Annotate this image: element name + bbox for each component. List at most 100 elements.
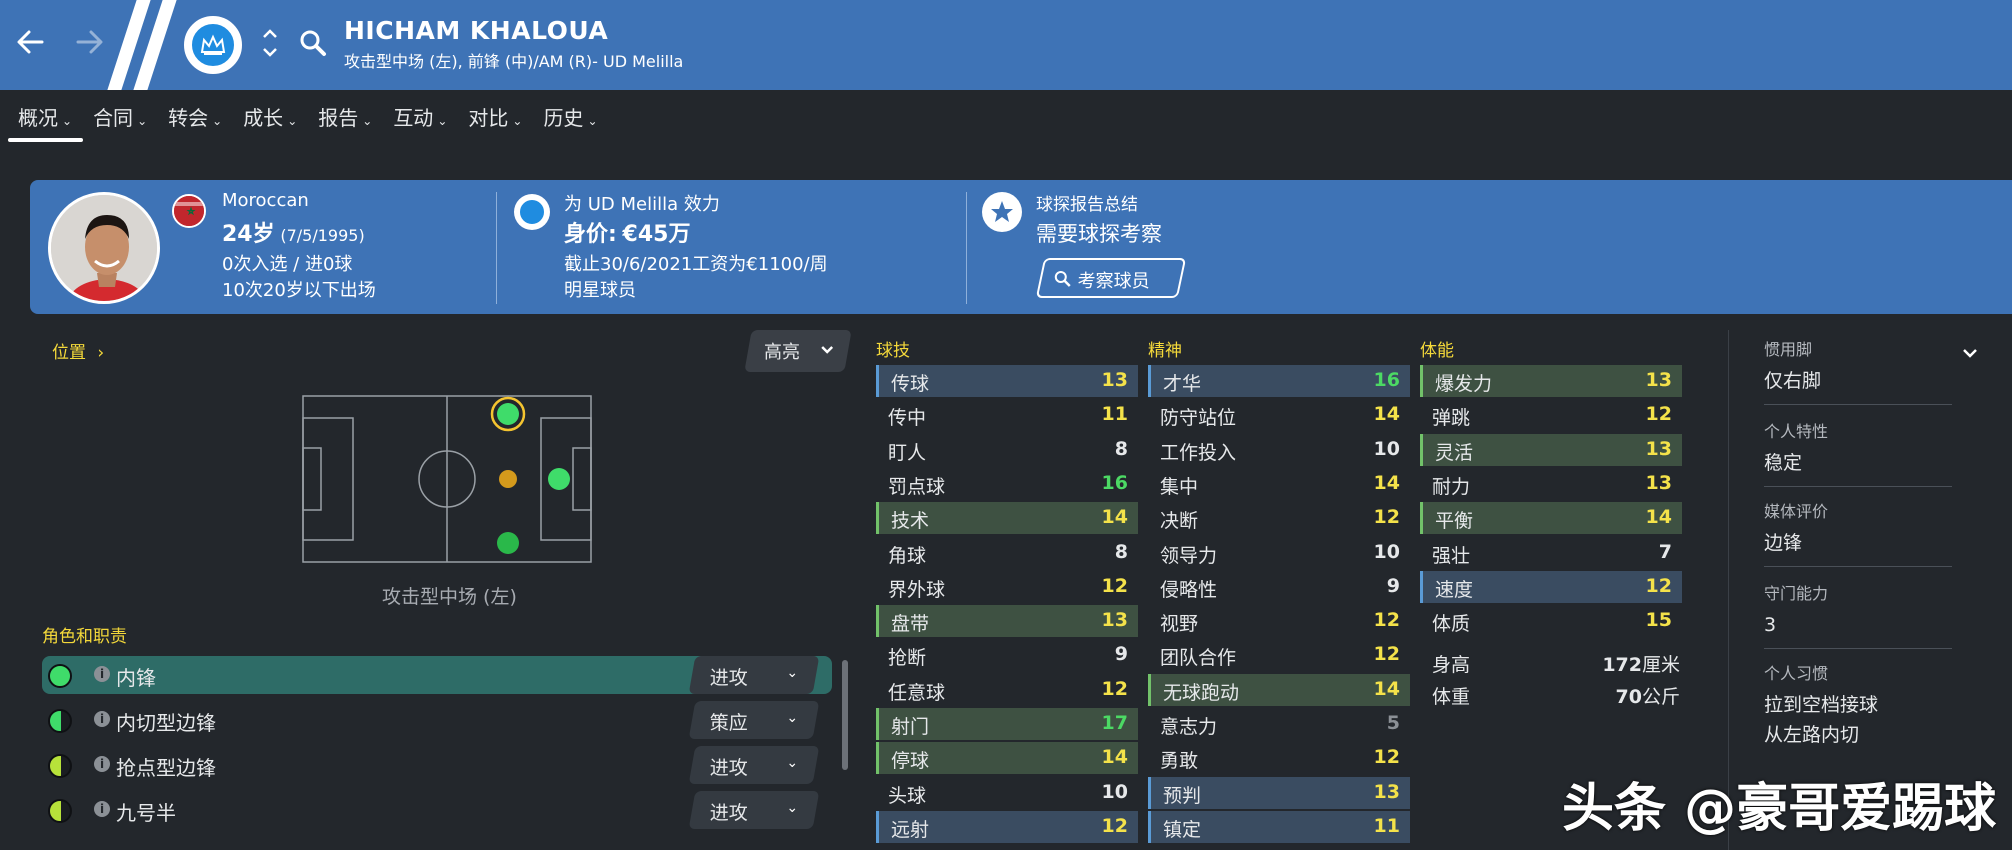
attribute-value: 9 — [1114, 643, 1128, 666]
personality-label: 个人特性 — [1764, 422, 1829, 441]
tab-3[interactable]: 成长 ⌄ — [233, 90, 308, 146]
attribute-name: 远射 — [891, 818, 930, 841]
attribute-row[interactable]: 团队合作 12 — [1148, 639, 1410, 671]
role-row[interactable]: i 内切型边锋 策应 ⌄ — [42, 701, 832, 739]
attribute-row[interactable]: 镇定 11 — [1148, 810, 1410, 843]
attribute-row[interactable]: 视野 12 — [1148, 605, 1410, 637]
tab-4[interactable]: 报告 ⌄ — [308, 90, 383, 146]
attribute-value: 14 — [1101, 506, 1128, 529]
attribute-row[interactable]: 预判 13 — [1148, 776, 1410, 809]
tab-0[interactable]: 概况 ⌄ — [8, 90, 84, 146]
attribute-row[interactable]: 才华 16 — [1148, 365, 1410, 397]
attribute-row[interactable]: 爆发力 13 — [1420, 365, 1682, 397]
attribute-row[interactable]: 决断 12 — [1148, 502, 1410, 534]
attribute-row[interactable]: 远射 12 — [876, 810, 1138, 843]
attribute-row[interactable]: 界外球 12 — [876, 571, 1138, 603]
attribute-row[interactable]: 盘带 13 — [876, 605, 1138, 638]
attribute-row[interactable]: 意志力 5 — [1148, 708, 1410, 740]
attribute-row[interactable]: 速度 12 — [1420, 570, 1682, 603]
role-row[interactable]: i 九号半 进攻 ⌄ — [42, 791, 832, 829]
info-divider — [496, 192, 497, 304]
duty-select[interactable]: 进攻 ⌄ — [688, 656, 820, 694]
scout-player-button[interactable]: 考察球员 — [1035, 258, 1187, 298]
attribute-row[interactable]: 集中 14 — [1148, 468, 1410, 500]
highlight-select[interactable]: 高亮 — [744, 330, 852, 372]
role-row[interactable]: i 内锋 进攻 ⌄ — [42, 656, 832, 694]
habits-label: 个人习惯 — [1764, 664, 1829, 683]
attribute-row[interactable]: 无球跑动 14 — [1148, 673, 1410, 706]
attribute-row[interactable]: 传球 13 — [876, 365, 1138, 397]
attribute-row[interactable]: 技术 14 — [876, 502, 1138, 535]
tab-6[interactable]: 对比 ⌄ — [458, 90, 533, 146]
back-arrow-icon[interactable] — [14, 26, 46, 65]
attribute-value: 13 — [1373, 780, 1400, 803]
attribute-row[interactable]: 耐力 13 — [1420, 468, 1682, 500]
attribute-row[interactable]: 角球 8 — [876, 537, 1138, 569]
duty-value: 进攻 — [709, 667, 748, 689]
duty-select[interactable]: 策应 ⌄ — [688, 701, 820, 739]
attribute-row[interactable]: 抢断 9 — [876, 639, 1138, 671]
date-of-birth: (7/5/1995) — [280, 226, 365, 245]
top-bar: HICHAM KHALOUA 攻击型中场 (左), 前锋 (中)/AM (R)-… — [0, 0, 2012, 100]
attribute-row[interactable]: 停球 14 — [876, 742, 1138, 775]
info-icon[interactable]: i — [94, 801, 110, 817]
attribute-name: 防守站位 — [1160, 407, 1237, 430]
attribute-name: 无球跑动 — [1163, 681, 1240, 704]
attribute-value: 13 — [1645, 471, 1672, 494]
info-icon[interactable]: i — [94, 756, 110, 772]
contract-line: 截止30/6/2021工资为€1100/周 — [564, 254, 828, 275]
attribute-row[interactable]: 任意球 12 — [876, 674, 1138, 706]
duty-select[interactable]: 进攻 ⌄ — [688, 746, 820, 784]
club-badge-icon[interactable] — [184, 16, 242, 74]
position-link[interactable]: 位置 › — [52, 338, 104, 363]
club-line[interactable]: 为 UD Melilla 效力 — [564, 190, 720, 216]
attribute-row[interactable]: 弹跳 12 — [1420, 399, 1682, 431]
tab-7[interactable]: 历史 ⌄ — [533, 90, 608, 146]
attribute-row[interactable]: 侵略性 9 — [1148, 571, 1410, 603]
attribute-row[interactable]: 平衡 14 — [1420, 502, 1682, 535]
attribute-row[interactable]: 盯人 8 — [876, 434, 1138, 466]
chevron-right-icon: › — [97, 343, 105, 363]
chevron-down-icon: ⌄ — [512, 114, 523, 128]
attribute-row[interactable]: 工作投入 10 — [1148, 434, 1410, 466]
habit-item: 从左路内切 — [1764, 724, 1860, 746]
tab-bar: 概况 ⌄ 合同 ⌄ 转会 ⌄ 成长 ⌄ 报告 ⌄ 互动 ⌄ 对比 ⌄ 历史 ⌄ — [0, 90, 2012, 146]
tab-1[interactable]: 合同 ⌄ — [83, 90, 158, 146]
attribute-value: 5 — [1386, 712, 1400, 734]
attribute-value: 14 — [1101, 746, 1128, 769]
attribute-row[interactable]: 灵活 13 — [1420, 433, 1682, 466]
attribute-row[interactable]: 罚点球 16 — [876, 468, 1138, 500]
attribute-row[interactable]: 勇敢 12 — [1148, 742, 1410, 774]
attribute-value: 14 — [1373, 677, 1400, 700]
attribute-row[interactable]: 领导力 10 — [1148, 537, 1410, 569]
duty-select[interactable]: 进攻 ⌄ — [688, 791, 820, 829]
attribute-value: 12 — [1101, 814, 1128, 837]
attribute-row[interactable]: 头球 10 — [876, 777, 1138, 809]
attribute-row[interactable]: 强壮 7 — [1420, 537, 1682, 569]
player-switch-icon[interactable] — [262, 26, 278, 64]
role-row[interactable]: i 抢点型边锋 进攻 ⌄ — [42, 746, 832, 784]
preferred-foot-block[interactable]: 惯用脚 仅右脚 — [1764, 336, 1977, 396]
attribute-row[interactable]: 体质 15 — [1420, 605, 1682, 637]
weight-unit: 公斤 — [1641, 686, 1680, 708]
side-separator — [1764, 486, 1952, 487]
attribute-row[interactable]: 传中 11 — [876, 399, 1138, 431]
info-icon[interactable]: i — [94, 711, 110, 727]
tab-label: 历史 — [543, 106, 584, 130]
player-value: €45万 — [622, 222, 691, 247]
roles-label: 角色和职责 — [42, 627, 127, 647]
role-suitability-icon — [48, 664, 72, 688]
attribute-name: 团队合作 — [1160, 647, 1237, 670]
attribute-row[interactable]: 射门 17 — [876, 708, 1138, 740]
roles-scrollbar[interactable] — [842, 660, 848, 770]
preferred-foot-label: 惯用脚 — [1764, 340, 1813, 359]
search-icon[interactable] — [298, 28, 328, 62]
chevron-down-icon: ⌄ — [786, 800, 799, 816]
tab-5[interactable]: 互动 ⌄ — [383, 90, 458, 146]
chevron-down-icon[interactable] — [1962, 348, 1978, 358]
info-icon[interactable]: i — [94, 666, 110, 682]
forward-arrow-icon[interactable] — [74, 26, 106, 65]
attribute-row[interactable]: 防守站位 14 — [1148, 399, 1410, 431]
watermark: 头条 @豪哥爱踢球 — [1562, 779, 1997, 839]
tab-2[interactable]: 转会 ⌄ — [158, 90, 233, 146]
